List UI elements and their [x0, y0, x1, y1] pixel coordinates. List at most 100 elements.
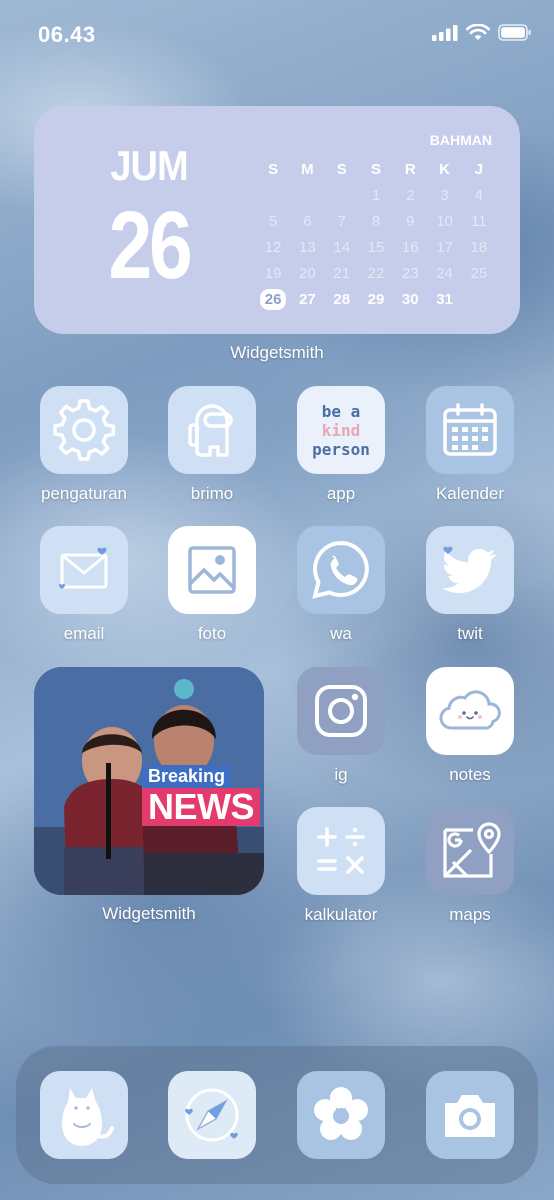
- clock-time: 06.43: [38, 22, 96, 47]
- calendar-date: 25: [470, 264, 488, 282]
- app-label: ig: [334, 765, 348, 784]
- camera-icon[interactable]: [426, 1071, 514, 1159]
- calendar-widget[interactable]: JUM 26 BAHMAN S M S S R K J 1 2 3 4 5 6 7 8 9 10 1…: [34, 106, 520, 334]
- calendar-date: 10: [436, 212, 453, 230]
- image-icon: [168, 526, 256, 614]
- calendar-weekday-row: S M S S R K J: [256, 156, 496, 182]
- calendar-date: 20: [299, 264, 316, 282]
- calendar-date: 22: [367, 264, 385, 282]
- breaking-news-banner: Breaking NEWS: [142, 765, 260, 826]
- calendar-date: 14: [333, 238, 351, 256]
- app-label: maps: [449, 905, 491, 924]
- calendar-date: 21: [333, 264, 351, 282]
- weekday-label: J: [474, 160, 483, 178]
- calendar-date: 8: [371, 212, 381, 230]
- safari-icon[interactable]: [168, 1071, 256, 1159]
- calendar-date: 28: [333, 290, 351, 308]
- status-bar: 06.43: [0, 0, 554, 66]
- calendar-date: 17: [436, 238, 453, 256]
- app-label: kalkulator: [304, 905, 378, 924]
- crewmate-icon: [168, 386, 256, 474]
- weekday-label: M: [301, 160, 314, 178]
- whatsapp-icon: [297, 526, 385, 614]
- app-label: wa: [330, 624, 352, 643]
- app-label: email: [63, 624, 105, 643]
- app-notes[interactable]: notes: [422, 667, 518, 785]
- calendar-week-row: 19 20 21 22 23 24 25: [256, 260, 496, 286]
- calendar-date: 15: [367, 238, 385, 256]
- status-icons: [432, 24, 532, 41]
- app-brimo[interactable]: brimo: [164, 386, 260, 504]
- calendar-date: 12: [264, 238, 282, 256]
- wifi-icon: [466, 24, 490, 40]
- calendar-date: 23: [401, 264, 419, 282]
- app-foto[interactable]: foto: [164, 526, 260, 644]
- calendar-date: 24: [436, 264, 453, 282]
- banner-top-text: Breaking: [142, 765, 232, 788]
- calendar-weekday: JUM: [110, 143, 188, 191]
- flower-icon[interactable]: [297, 1071, 385, 1159]
- calendar-date: 30: [401, 290, 419, 308]
- cat-icon[interactable]: [40, 1071, 128, 1159]
- calendar-week-row: 5 6 7 8 9 10 11: [256, 208, 496, 234]
- weekday-label: S: [370, 160, 381, 178]
- app-pengaturan[interactable]: pengaturan: [36, 386, 132, 504]
- app-wa[interactable]: wa: [293, 526, 389, 644]
- calendar-weeks: 1 2 3 4 5 6 7 8 9 10 11 12 13 14 15 16 17 18 19 20 21 22 23 24 2…: [256, 182, 496, 312]
- weekday-label: S: [336, 160, 347, 178]
- calendar-date: 2: [406, 186, 415, 204]
- calendar-date: 13: [299, 238, 316, 256]
- calendar-date: 29: [367, 290, 385, 308]
- app-label: Kalender: [435, 484, 505, 503]
- twitter-bird-icon: [426, 526, 514, 614]
- calendar-icon: [426, 386, 514, 474]
- photo-widget[interactable]: Breaking NEWS: [34, 667, 264, 895]
- app-twit[interactable]: twit: [422, 526, 518, 644]
- calendar-day-number: 26: [108, 192, 192, 299]
- banner-bottom-text: NEWS: [142, 788, 260, 826]
- icon-text-line: kind: [321, 420, 361, 440]
- calendar-week-row: 12 13 14 15 16 17 18: [256, 234, 496, 260]
- signal-icon: [432, 24, 458, 41]
- app-kalkulator[interactable]: kalkulator: [293, 807, 389, 925]
- calendar-date: 5: [268, 212, 278, 230]
- calendar-date: 18: [470, 238, 488, 256]
- calendar-date: 3: [440, 186, 449, 204]
- calendar-grid: S M S S R K J 1 2 3 4 5 6 7 8 9 10 11 12 13 14 15 16 17 1…: [256, 156, 496, 312]
- app-ig[interactable]: ig: [293, 667, 389, 785]
- calendar-date: 7: [337, 212, 346, 230]
- kind-person-icon: be a kind person: [297, 386, 385, 474]
- calendar-month-name: BAHMAN: [429, 132, 492, 148]
- cloud-icon: [426, 667, 514, 755]
- calendar-widget-label: Widgetsmith: [230, 343, 324, 362]
- battery-icon: [498, 24, 531, 41]
- app-label: notes: [449, 765, 491, 784]
- app-email[interactable]: email: [36, 526, 132, 644]
- app-maps[interactable]: maps: [422, 807, 518, 925]
- app-kalender[interactable]: Kalender: [422, 386, 518, 504]
- calendar-date: 1: [371, 186, 381, 204]
- calendar-date: 27: [299, 290, 316, 308]
- app-label: pengaturan: [40, 484, 128, 503]
- weekday-label: K: [439, 160, 450, 178]
- photo-widget-label: Widgetsmith: [102, 904, 196, 923]
- calendar-date: 26: [256, 288, 290, 310]
- calculator-icon: [297, 807, 385, 895]
- weekday-label: R: [404, 160, 416, 178]
- calendar-date: 16: [401, 238, 419, 256]
- mail-icon: [40, 526, 128, 614]
- calendar-week-row: 1 2 3 4: [256, 182, 496, 208]
- app-label: app: [326, 484, 356, 503]
- icon-text-line: person: [312, 439, 370, 459]
- calendar-date: 19: [264, 264, 282, 282]
- calendar-date: 9: [406, 212, 415, 230]
- weekday-label: S: [268, 160, 279, 178]
- dock: [16, 1046, 538, 1184]
- instagram-icon: [297, 667, 385, 755]
- app-label: foto: [197, 624, 227, 643]
- app-app[interactable]: be a kind person app: [293, 386, 389, 504]
- app-label: brimo: [190, 484, 234, 503]
- calendar-date: 31: [436, 290, 453, 308]
- icon-text-line: be a: [321, 401, 361, 421]
- calendar-week-row: 26 27 28 29 30 31: [256, 286, 496, 312]
